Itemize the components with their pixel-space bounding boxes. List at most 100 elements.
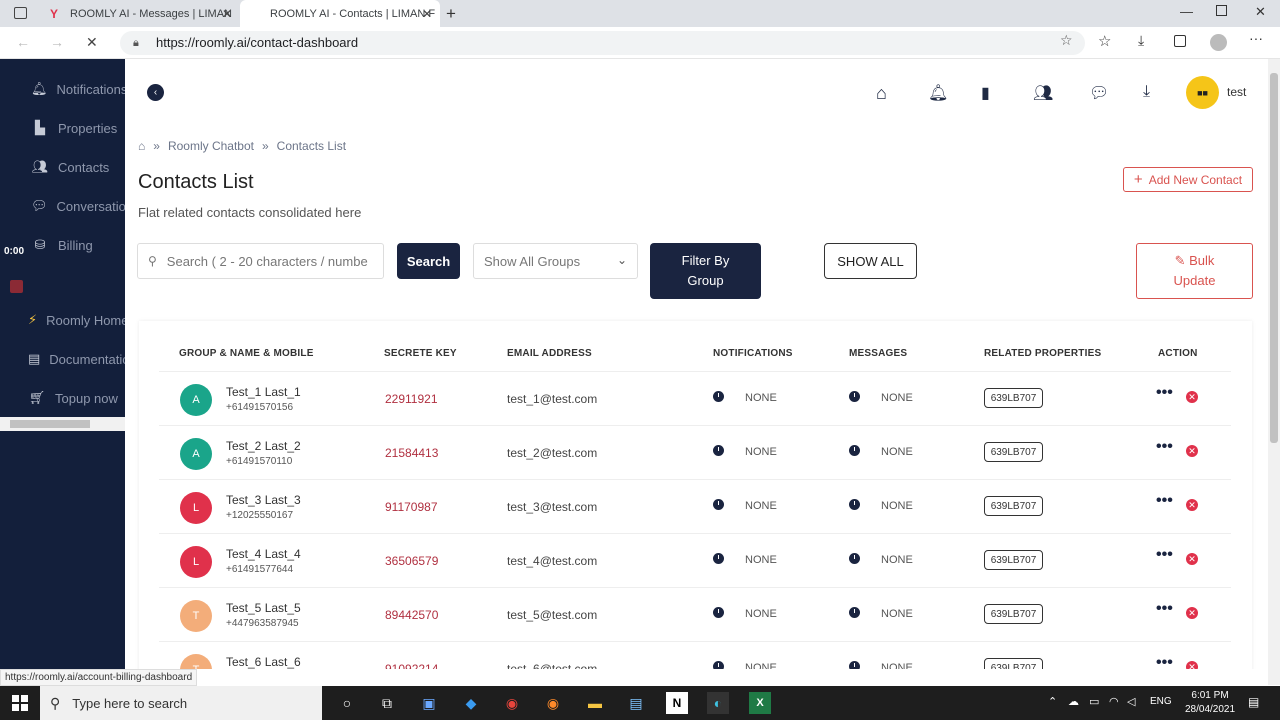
- downloads-icon[interactable]: ⤓: [1138, 32, 1144, 49]
- taskbar-search-box[interactable]: ⚲ Type here to search: [40, 686, 322, 720]
- battery-icon[interactable]: ▭: [1089, 695, 1099, 708]
- page-vertical-scrollbar[interactable]: [1268, 59, 1280, 685]
- group-avatar[interactable]: A: [180, 438, 212, 470]
- cortana-icon[interactable]: ○: [336, 692, 358, 714]
- delete-icon[interactable]: ✕: [1186, 607, 1198, 619]
- table-row: L Test_3 Last_3 +12025550167 91170987 test_3…: [159, 479, 1231, 533]
- tab-contacts[interactable]: ROOMLY AI - Contacts | LIMAN F ✕: [240, 0, 440, 27]
- book-icon: ▤: [28, 351, 41, 366]
- firefox-icon[interactable]: ◉: [542, 692, 564, 714]
- more-actions-icon[interactable]: •••: [1156, 384, 1173, 402]
- notion-icon[interactable]: N: [666, 692, 688, 714]
- record-stop-icon[interactable]: [10, 280, 23, 293]
- group-select[interactable]: Show All Groups ⌄: [473, 243, 638, 279]
- hand-holding-icon[interactable]: ⤓: [1143, 83, 1150, 101]
- more-actions-icon[interactable]: •••: [1156, 492, 1173, 510]
- forward-icon[interactable]: →: [50, 34, 64, 50]
- excel-icon[interactable]: X: [749, 692, 771, 714]
- more-actions-icon[interactable]: •••: [1156, 546, 1173, 564]
- back-icon[interactable]: ←: [16, 34, 30, 50]
- url-field[interactable]: 🔒︎ https://roomly.ai/contact-dashboard: [120, 31, 1085, 55]
- scrollbar-thumb[interactable]: [10, 420, 90, 428]
- home-icon[interactable]: ⌂: [876, 83, 887, 104]
- show-hidden-icons-icon[interactable]: ⌃: [1048, 695, 1057, 708]
- language-indicator[interactable]: ENG: [1150, 696, 1172, 707]
- sidebar-item-properties[interactable]: ▙ Properties: [0, 113, 125, 143]
- sidebar-item-notifications[interactable]: 🔔︎ Notifications: [0, 74, 125, 104]
- user-name[interactable]: test: [1227, 85, 1246, 99]
- property-badge[interactable]: 639LB707: [984, 604, 1043, 624]
- property-badge[interactable]: 639LB707: [984, 496, 1043, 516]
- show-all-button[interactable]: SHOW ALL: [824, 243, 917, 279]
- close-window-icon[interactable]: ✕: [1255, 4, 1266, 20]
- sidebar-item-contacts[interactable]: 👥︎ Contacts: [0, 152, 125, 182]
- delete-icon[interactable]: ✕: [1186, 553, 1198, 565]
- add-favorite-icon[interactable]: ☆: [1060, 32, 1073, 49]
- group-icon[interactable]: 👥︎: [1033, 83, 1053, 103]
- group-avatar[interactable]: L: [180, 492, 212, 524]
- property-badge[interactable]: 639LB707: [984, 658, 1043, 669]
- profile-avatar-icon[interactable]: [1210, 34, 1227, 51]
- volume-icon[interactable]: ◁: [1127, 695, 1135, 708]
- delete-icon[interactable]: ✕: [1186, 499, 1198, 511]
- more-actions-icon[interactable]: •••: [1156, 438, 1173, 456]
- notifications-value: NONE: [745, 392, 777, 404]
- filter-by-group-button[interactable]: Filter By Group: [650, 243, 761, 299]
- sidebar-item-topup[interactable]: 🛒︎ Topup now: [0, 383, 125, 413]
- vscode-icon[interactable]: ◆: [460, 692, 482, 714]
- wifi-icon[interactable]: ◠: [1109, 695, 1119, 708]
- roomly-favicon-icon: Y: [50, 6, 59, 21]
- delete-icon[interactable]: ✕: [1186, 391, 1198, 403]
- maximize-icon[interactable]: [1216, 5, 1227, 16]
- settings-more-icon[interactable]: ···: [1249, 30, 1263, 46]
- windows-start-icon[interactable]: [12, 695, 28, 711]
- group-avatar[interactable]: T: [180, 654, 212, 669]
- property-badge[interactable]: 639LB707: [984, 442, 1043, 462]
- scrollbar-thumb[interactable]: [1270, 73, 1278, 443]
- favorites-icon[interactable]: ☆: [1098, 32, 1111, 50]
- sidebar-item-roomly-home[interactable]: ⚡︎ Roomly Home: [0, 305, 125, 335]
- window-menu-icon[interactable]: [14, 7, 27, 19]
- group-avatar[interactable]: T: [180, 600, 212, 632]
- file-explorer-icon[interactable]: ▬: [584, 692, 606, 714]
- close-tab-icon[interactable]: ✕: [422, 7, 432, 21]
- more-actions-icon[interactable]: •••: [1156, 654, 1173, 669]
- chrome-icon[interactable]: ◉: [501, 692, 523, 714]
- door-icon[interactable]: ▮: [981, 83, 990, 103]
- edge-icon[interactable]: ◐: [707, 692, 729, 714]
- onedrive-icon[interactable]: ☁: [1068, 695, 1079, 708]
- minimize-icon[interactable]: —: [1180, 4, 1193, 19]
- back-arrow-icon[interactable]: ‹: [147, 84, 164, 101]
- app-icon[interactable]: ▤: [625, 692, 647, 714]
- contact-mobile: +61491577644: [226, 564, 294, 575]
- contact-name: Test_4 Last_4: [226, 547, 301, 561]
- sidebar-item-documentation[interactable]: ▤ Documentation: [0, 344, 125, 374]
- comments-icon[interactable]: 💬︎: [1089, 83, 1109, 103]
- delete-icon[interactable]: ✕: [1186, 661, 1198, 669]
- bulk-update-button[interactable]: ✎ Bulk Update: [1136, 243, 1253, 299]
- search-input[interactable]: ⚲ Search ( 2 - 20 characters / numbe: [137, 243, 384, 279]
- add-new-contact-button[interactable]: + Add New Contact: [1123, 167, 1253, 192]
- breadcrumb-home-icon[interactable]: ⌂: [138, 139, 145, 153]
- close-tab-icon[interactable]: ✕: [222, 7, 232, 21]
- app-icon[interactable]: ▣: [418, 692, 440, 714]
- notification-bell-icon[interactable]: 🔔︎: [928, 83, 948, 103]
- task-view-icon[interactable]: ⧉: [376, 692, 398, 714]
- user-avatar[interactable]: ■■: [1186, 76, 1219, 109]
- sidebar-item-conversations[interactable]: 💬︎ Conversations: [0, 191, 125, 221]
- group-avatar[interactable]: A: [180, 384, 212, 416]
- taskbar-clock[interactable]: 6:01 PM 28/04/2021: [1185, 689, 1235, 717]
- property-badge[interactable]: 639LB707: [984, 388, 1043, 408]
- sidebar-horizontal-scrollbar[interactable]: [0, 417, 125, 431]
- collections-icon[interactable]: [1174, 35, 1186, 47]
- stop-loading-icon[interactable]: ✕: [86, 34, 98, 51]
- breadcrumb-item[interactable]: Roomly Chatbot: [168, 139, 254, 153]
- notifications-center-icon[interactable]: ▤: [1248, 695, 1259, 709]
- group-avatar[interactable]: L: [180, 546, 212, 578]
- property-badge[interactable]: 639LB707: [984, 550, 1043, 570]
- search-button[interactable]: Search: [397, 243, 460, 279]
- tab-messages[interactable]: Y ROOMLY AI - Messages | LIMAN ✕: [40, 0, 240, 27]
- delete-icon[interactable]: ✕: [1186, 445, 1198, 457]
- new-tab-icon[interactable]: +: [446, 4, 456, 24]
- more-actions-icon[interactable]: •••: [1156, 600, 1173, 618]
